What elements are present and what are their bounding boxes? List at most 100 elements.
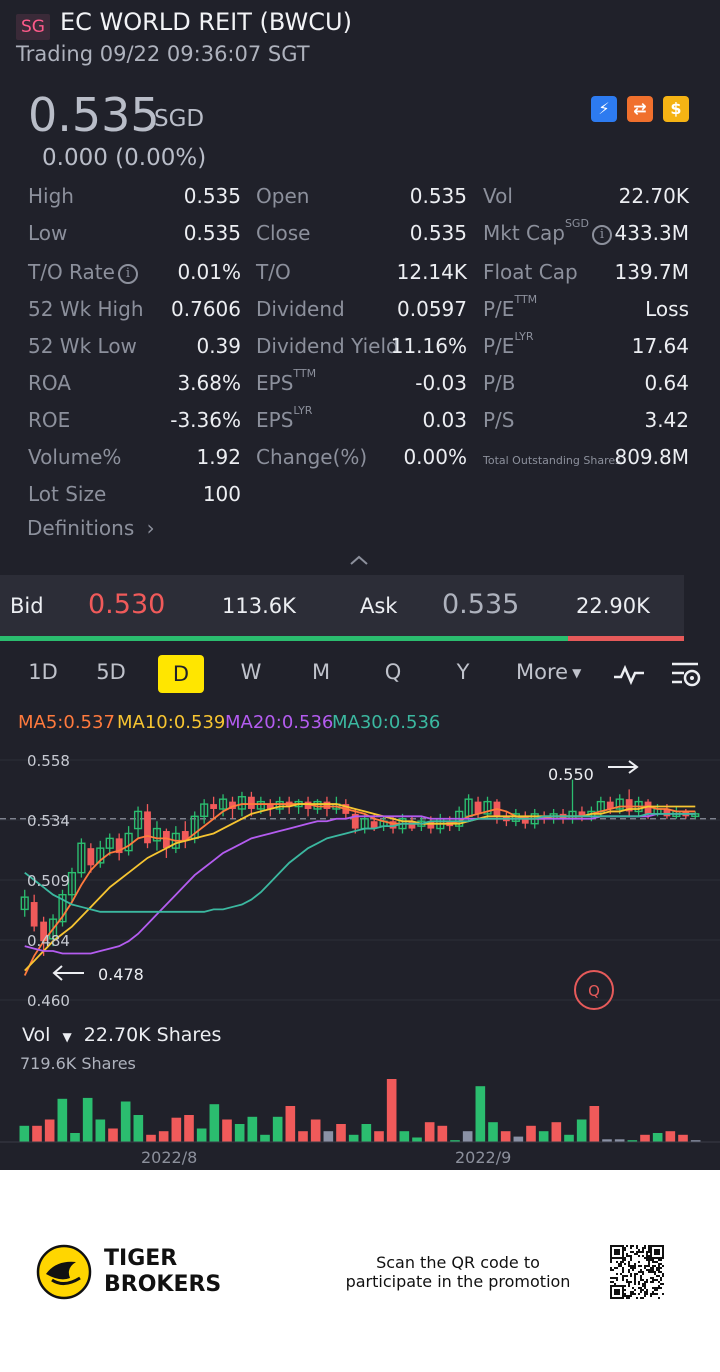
tiger-logo-icon xyxy=(36,1244,92,1300)
lightning-icon[interactable]: ⚡ xyxy=(591,96,617,122)
stat-label: High xyxy=(28,184,74,208)
qr-module xyxy=(658,1267,660,1269)
qr-module xyxy=(622,1267,624,1269)
volume-bar xyxy=(184,1115,194,1142)
volume-selector[interactable]: Vol ▼ 22.70K Shares xyxy=(22,1024,221,1046)
stat-label-text: 52 Wk Low xyxy=(28,334,137,358)
qr-module xyxy=(636,1247,638,1249)
volume-bar xyxy=(386,1079,397,1142)
qr-module xyxy=(626,1253,628,1255)
qr-module xyxy=(624,1257,626,1259)
qr-module xyxy=(610,1269,612,1271)
qr-module xyxy=(634,1283,636,1285)
stat-value: 0.39 xyxy=(196,334,241,358)
chart-settings-icon[interactable] xyxy=(670,660,702,690)
volume-bar xyxy=(44,1119,55,1142)
stat-label: Volume% xyxy=(28,445,121,469)
volume-chart[interactable] xyxy=(0,1050,720,1145)
qr-module xyxy=(646,1269,648,1271)
definitions-link[interactable]: Definitions › xyxy=(27,516,155,540)
qr-module xyxy=(630,1251,632,1253)
caret-down-icon: ▼ xyxy=(572,666,582,680)
market-badge: SG xyxy=(16,14,50,40)
info-icon[interactable]: i xyxy=(591,224,612,245)
qr-module xyxy=(632,1287,634,1289)
qr-module xyxy=(656,1279,658,1281)
tab-m[interactable]: M xyxy=(298,660,344,684)
candlestick-chart[interactable]: 0.558 0.534 0.509 0.484 0.460 0.550 0.478 Q xyxy=(0,740,720,1020)
tab-d[interactable]: D xyxy=(158,655,204,693)
volume-bar xyxy=(513,1136,524,1142)
qr-module xyxy=(628,1297,630,1299)
chevron-up-icon[interactable] xyxy=(348,552,370,568)
ask-label: Ask xyxy=(360,594,398,618)
tab-w[interactable]: W xyxy=(228,660,274,684)
qr-module xyxy=(640,1289,642,1291)
info-icon[interactable]: i xyxy=(117,263,138,284)
stat-label-text: EPS xyxy=(256,408,294,432)
last-price: 0.535 xyxy=(28,88,160,142)
stat-value: 11.16% xyxy=(390,334,467,358)
qr-module xyxy=(628,1281,630,1283)
qr-module xyxy=(612,1281,614,1283)
tab-more[interactable]: More ▼ xyxy=(516,660,581,684)
tab-1d[interactable]: 1D xyxy=(20,660,66,684)
qr-module xyxy=(648,1249,650,1251)
promo-footer: TIGER BROKERS Scan the QR code to partic… xyxy=(0,1170,720,1372)
qr-module xyxy=(654,1293,656,1295)
tab-q[interactable]: Q xyxy=(370,660,416,684)
exchange-icon[interactable]: ⇄ xyxy=(627,96,653,122)
stat-superscript: LYR xyxy=(514,330,534,343)
qr-module xyxy=(638,1287,640,1289)
qr-module xyxy=(638,1283,640,1285)
stat-label-text: Open xyxy=(256,184,310,208)
qr-module xyxy=(662,1293,664,1295)
qr-module xyxy=(638,1271,640,1273)
qr-module xyxy=(630,1245,632,1247)
qr-module xyxy=(650,1269,652,1271)
qr-module xyxy=(630,1281,632,1283)
qr-module xyxy=(630,1265,632,1267)
volume-bar xyxy=(640,1134,650,1142)
qr-module xyxy=(628,1285,630,1287)
qr-module xyxy=(640,1277,642,1279)
qr-module xyxy=(634,1265,636,1267)
qr-module xyxy=(626,1295,628,1297)
qr-module xyxy=(658,1285,660,1287)
qr-module xyxy=(660,1271,662,1273)
volume-bar xyxy=(247,1116,258,1142)
qr-module xyxy=(648,1257,650,1259)
tab-y[interactable]: Y xyxy=(440,660,486,684)
stat-label: Dividend Yield xyxy=(256,334,399,358)
qr-module xyxy=(632,1269,634,1271)
candle-down xyxy=(247,796,255,809)
qr-module xyxy=(628,1265,630,1267)
qr-module xyxy=(652,1259,654,1261)
qr-module xyxy=(660,1287,662,1289)
qr-module xyxy=(656,1293,658,1295)
volume-bar xyxy=(70,1133,80,1142)
qr-module xyxy=(620,1263,622,1265)
volume-summary: 22.70K Shares xyxy=(83,1024,222,1046)
qr-module xyxy=(618,1265,620,1267)
stat-label: T/O xyxy=(256,260,291,284)
qr-module xyxy=(632,1265,634,1267)
ma10-legend: MA10:0.539 xyxy=(117,712,226,733)
qr-module xyxy=(654,1287,656,1289)
qr-module xyxy=(652,1287,654,1289)
dollar-icon[interactable]: $ xyxy=(663,96,689,122)
volume-bar xyxy=(564,1134,574,1142)
stat-label-text: Mkt Cap xyxy=(483,221,565,245)
qr-module xyxy=(624,1247,626,1249)
qr-module xyxy=(646,1293,648,1295)
qr-module xyxy=(648,1255,650,1257)
qr-module xyxy=(624,1295,626,1297)
bid-size: 113.6K xyxy=(222,594,296,618)
indicator-icon[interactable] xyxy=(612,662,646,688)
tab-5d[interactable]: 5D xyxy=(88,660,134,684)
stat-value: 0.535 xyxy=(183,184,241,208)
stat-label: Vol xyxy=(483,184,513,208)
ask-size: 22.90K xyxy=(576,594,650,618)
qr-module xyxy=(644,1245,646,1247)
qr-code[interactable] xyxy=(610,1245,664,1299)
